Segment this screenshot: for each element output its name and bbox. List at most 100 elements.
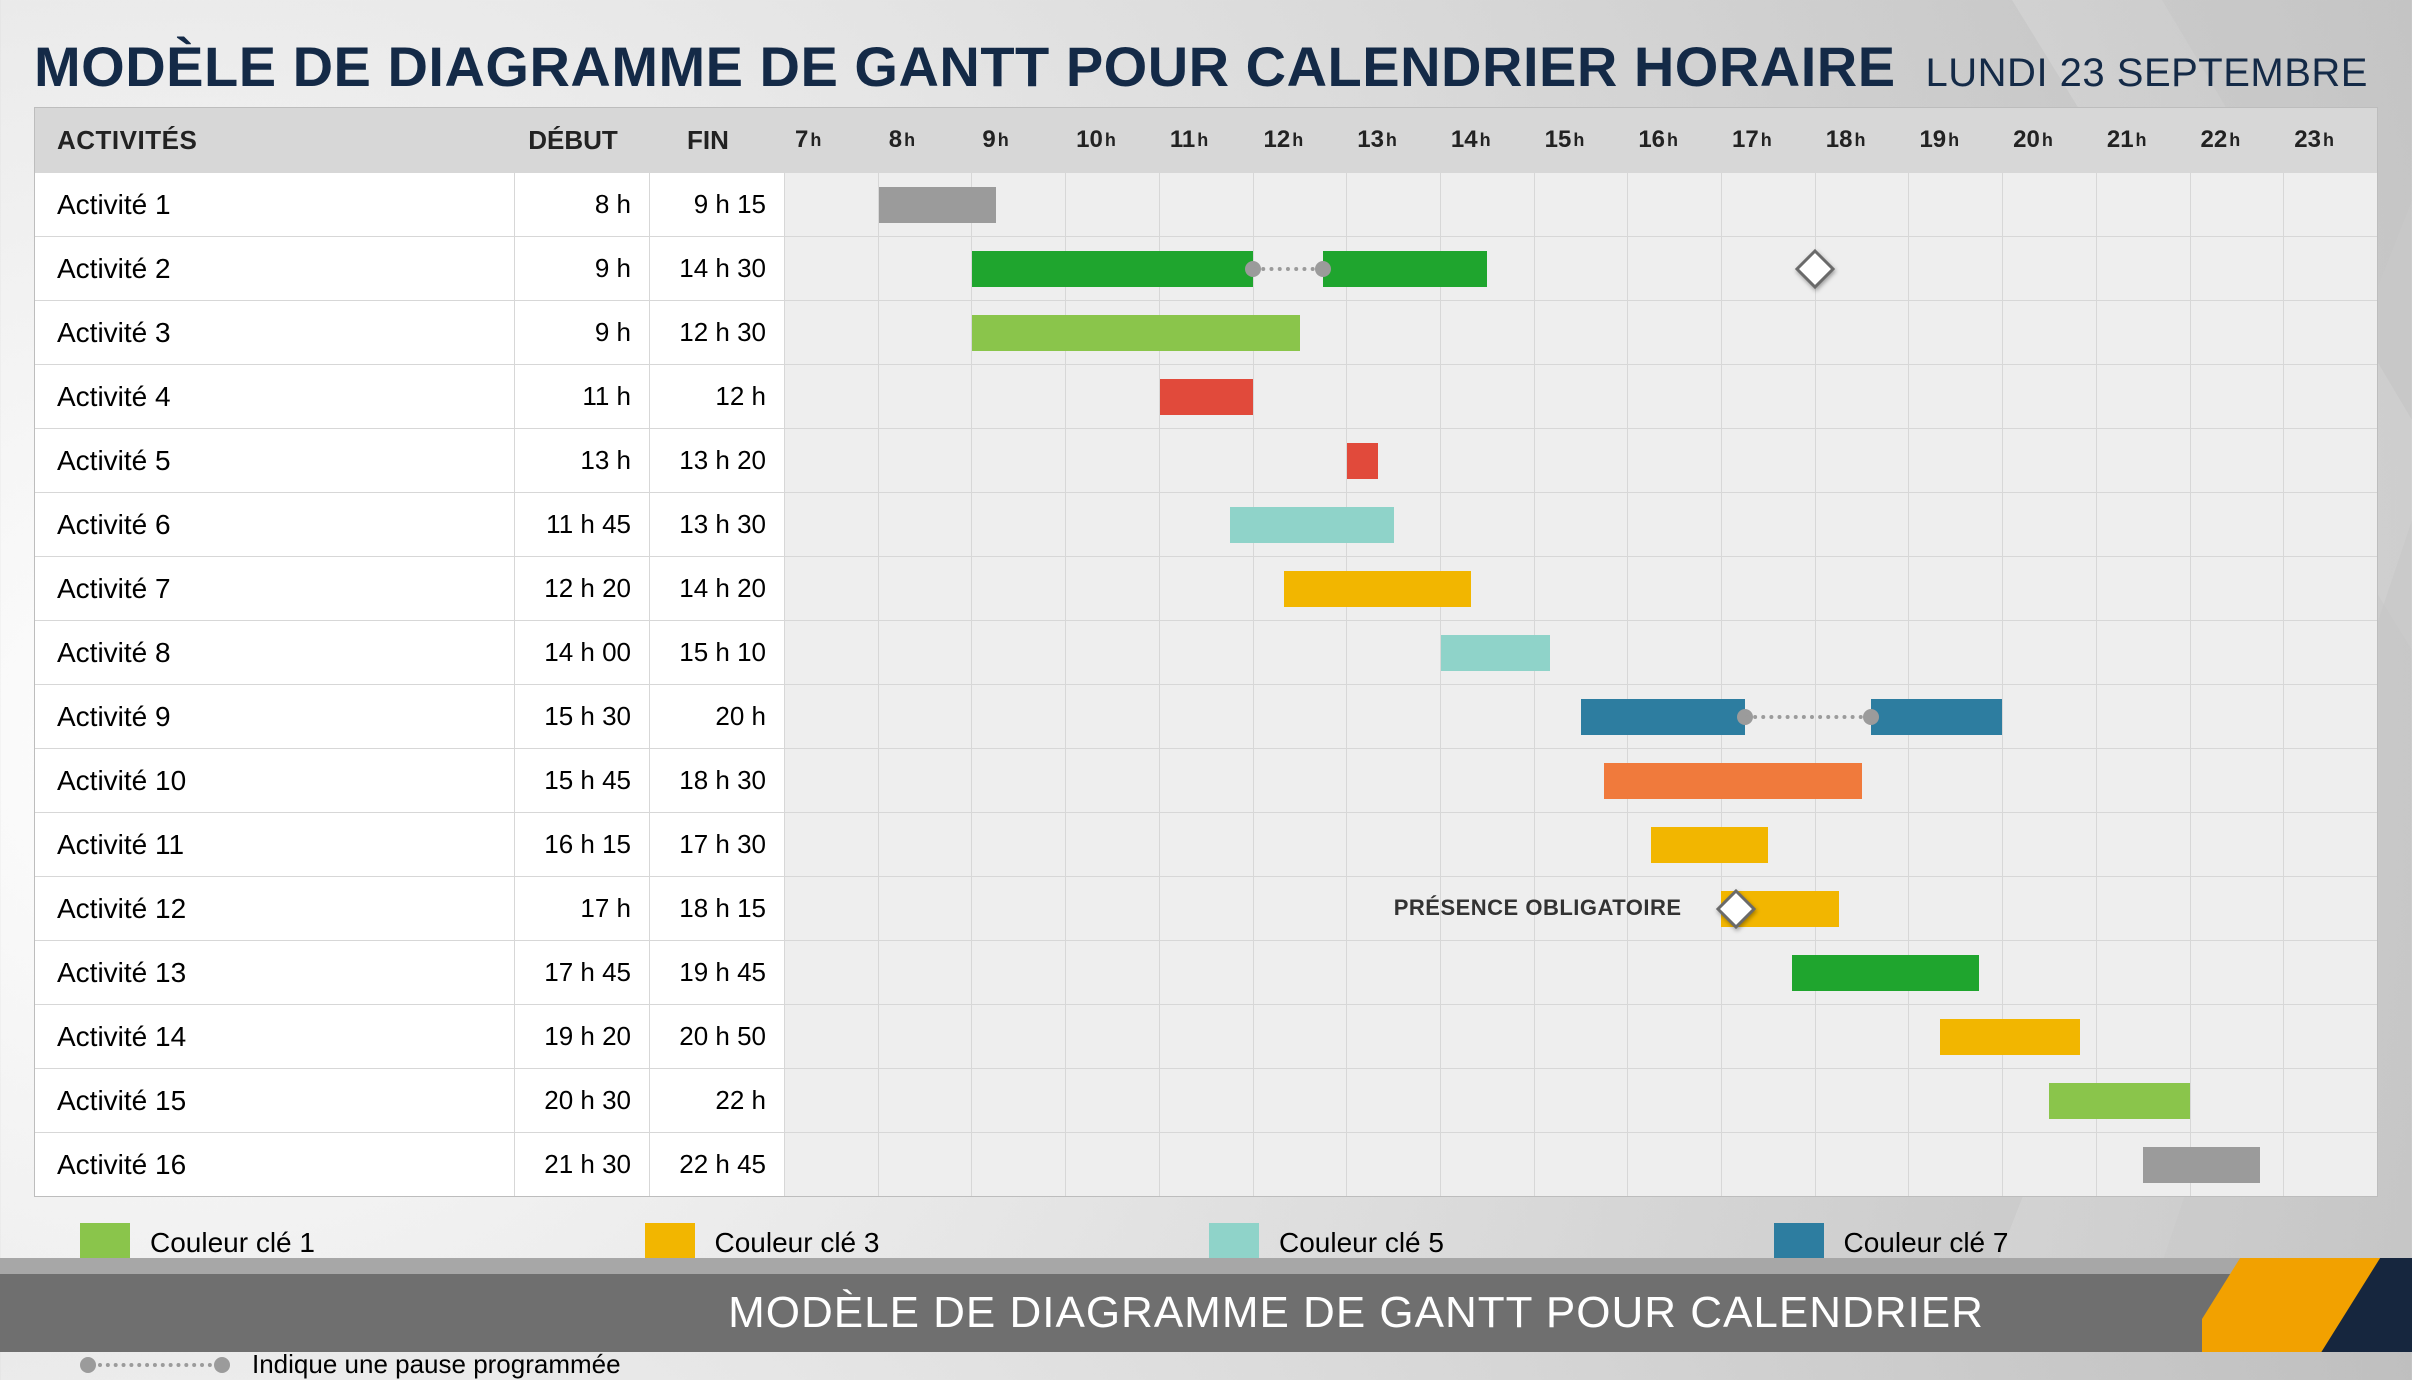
activity-name: Activité 8	[35, 621, 515, 684]
table-row: Activité 10 15 h 45 18 h 30	[35, 748, 2377, 812]
activity-name: Activité 1	[35, 173, 515, 236]
activity-end: 18 h 15	[650, 877, 785, 940]
activity-end: 18 h 30	[650, 749, 785, 812]
table-header: ACTIVITÉS DÉBUT FIN 7h8h9h10h11h12h13h14…	[35, 108, 2377, 172]
table-row: Activité 6 11 h 45 13 h 30	[35, 492, 2377, 556]
legend-item: Couleur clé 1	[80, 1223, 645, 1263]
gantt-bar	[879, 187, 996, 223]
gantt-bar	[972, 315, 1300, 351]
activity-end: 9 h 15	[650, 173, 785, 236]
row-timeline	[785, 493, 2377, 556]
table-row: Activité 3 9 h 12 h 30	[35, 300, 2377, 364]
gantt-bar	[1230, 507, 1394, 543]
legend-label: Couleur clé 5	[1279, 1227, 1444, 1259]
table-row: Activité 7 12 h 20 14 h 20	[35, 556, 2377, 620]
legend-item: Couleur clé 3	[645, 1223, 1210, 1263]
legend-label: Couleur clé 3	[715, 1227, 880, 1259]
activity-start: 16 h 15	[515, 813, 650, 876]
legend-item: Couleur clé 7	[1774, 1223, 2339, 1263]
activity-start: 9 h	[515, 237, 650, 300]
activity-start: 19 h 20	[515, 1005, 650, 1068]
table-row: Activité 5 13 h 13 h 20	[35, 428, 2377, 492]
activity-end: 17 h 30	[650, 813, 785, 876]
row-timeline	[785, 429, 2377, 492]
table-row: Activité 12 17 h 18 h 15 PRÉSENCE OBLIGA…	[35, 876, 2377, 940]
legend-label: Couleur clé 1	[150, 1227, 315, 1259]
footer-chevron-icon	[2202, 1258, 2412, 1352]
activity-name: Activité 10	[35, 749, 515, 812]
gantt-bar	[1347, 443, 1378, 479]
activity-start: 17 h 45	[515, 941, 650, 1004]
gantt-bar	[972, 251, 1253, 287]
activity-name: Activité 9	[35, 685, 515, 748]
activity-name: Activité 11	[35, 813, 515, 876]
activity-end: 19 h 45	[650, 941, 785, 1004]
gantt-bar	[2049, 1083, 2189, 1119]
header-activity: ACTIVITÉS	[35, 108, 515, 172]
table-row: Activité 15 20 h 30 22 h	[35, 1068, 2377, 1132]
legend-swatch	[1774, 1223, 1824, 1263]
row-timeline	[785, 237, 2377, 300]
activity-start: 9 h	[515, 301, 650, 364]
activity-start: 12 h 20	[515, 557, 650, 620]
gantt-gap	[1253, 267, 1323, 271]
legend-swatch	[80, 1223, 130, 1263]
activity-start: 21 h 30	[515, 1133, 650, 1196]
row-timeline	[785, 1005, 2377, 1068]
activity-name: Activité 4	[35, 365, 515, 428]
row-timeline	[785, 749, 2377, 812]
activity-name: Activité 12	[35, 877, 515, 940]
row-timeline	[785, 301, 2377, 364]
activity-start: 14 h 00	[515, 621, 650, 684]
activity-start: 15 h 30	[515, 685, 650, 748]
activity-name: Activité 2	[35, 237, 515, 300]
gantt-bar	[1284, 571, 1471, 607]
row-timeline	[785, 557, 2377, 620]
table-row: Activité 8 14 h 00 15 h 10	[35, 620, 2377, 684]
table-row: Activité 14 19 h 20 20 h 50	[35, 1004, 2377, 1068]
header-start: DÉBUT	[515, 108, 650, 172]
activity-start: 17 h	[515, 877, 650, 940]
row-timeline	[785, 1069, 2377, 1132]
gantt-bar	[1441, 635, 1551, 671]
gantt-bar	[1792, 955, 1979, 991]
gantt-note: PRÉSENCE OBLIGATOIRE	[1394, 895, 1682, 921]
row-timeline: PRÉSENCE OBLIGATOIRE	[785, 877, 2377, 940]
table-row: Activité 16 21 h 30 22 h 45	[35, 1132, 2377, 1196]
gantt-bar	[1581, 699, 1745, 735]
activity-start: 15 h 45	[515, 749, 650, 812]
gantt-bar	[2143, 1147, 2260, 1183]
activity-name: Activité 7	[35, 557, 515, 620]
table-row: Activité 9 15 h 30 20 h	[35, 684, 2377, 748]
activity-name: Activité 15	[35, 1069, 515, 1132]
legend-label: Couleur clé 7	[1844, 1227, 2009, 1259]
activity-end: 14 h 30	[650, 237, 785, 300]
milestone-icon	[1795, 249, 1835, 289]
activity-end: 20 h 50	[650, 1005, 785, 1068]
activity-end: 20 h	[650, 685, 785, 748]
footer-text: MODÈLE DE DIAGRAMME DE GANTT POUR CALEND…	[428, 1288, 1984, 1338]
activity-name: Activité 6	[35, 493, 515, 556]
activity-start: 11 h 45	[515, 493, 650, 556]
table-row: Activité 11 16 h 15 17 h 30	[35, 812, 2377, 876]
row-timeline	[785, 1133, 2377, 1196]
row-timeline	[785, 365, 2377, 428]
header-end: FIN	[650, 108, 785, 172]
activity-name: Activité 3	[35, 301, 515, 364]
activity-end: 14 h 20	[650, 557, 785, 620]
gantt-gap	[1745, 715, 1871, 719]
activity-end: 12 h	[650, 365, 785, 428]
row-timeline	[785, 685, 2377, 748]
row-timeline	[785, 173, 2377, 236]
gantt-bar	[1940, 1019, 2080, 1055]
activity-end: 13 h 30	[650, 493, 785, 556]
header-timeline: 7h8h9h10h11h12h13h14h15h16h17h18h19h20h2…	[785, 108, 2377, 172]
gantt-table: ACTIVITÉS DÉBUT FIN 7h8h9h10h11h12h13h14…	[34, 107, 2378, 1197]
page-date: LUNDI 23 SEPTEMBRE	[1926, 51, 2378, 96]
activity-name: Activité 16	[35, 1133, 515, 1196]
legend-pause: Indique une pause programmée	[34, 1349, 2378, 1380]
gantt-bar	[1871, 699, 2002, 735]
activity-start: 11 h	[515, 365, 650, 428]
footer-bar: MODÈLE DE DIAGRAMME DE GANTT POUR CALEND…	[0, 1274, 2412, 1352]
table-row: Activité 1 8 h 9 h 15	[35, 172, 2377, 236]
